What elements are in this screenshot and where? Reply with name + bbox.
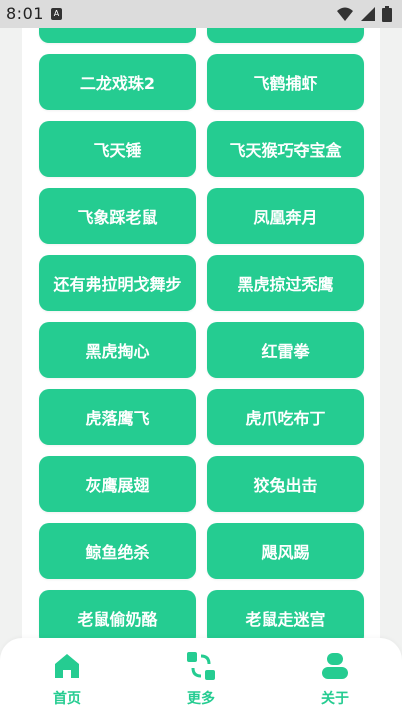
grid-button[interactable]: 飓风踢: [207, 523, 364, 579]
grid-button[interactable]: 还有弗拉明戈舞步: [39, 255, 196, 311]
nav-label: 关于: [321, 691, 349, 707]
signal-icon: [361, 7, 375, 21]
status-time: 8:01: [6, 4, 44, 23]
nav-item-home[interactable]: 首页: [17, 638, 117, 716]
bottom-nav: 首页 更多 关于: [0, 638, 402, 716]
grid-button[interactable]: 飞天猴巧夺宝盒: [207, 121, 364, 177]
user-icon: [322, 653, 348, 679]
grid-button[interactable]: 凤凰奔月: [207, 188, 364, 244]
grid-button[interactable]: 灰鹰展翅: [39, 456, 196, 512]
nav-item-about[interactable]: 关于: [285, 638, 385, 716]
grid-button[interactable]: 飞鹤捕虾: [207, 54, 364, 110]
app-notification-icon: A: [51, 8, 62, 20]
nav-label: 首页: [53, 691, 81, 707]
home-icon: [55, 654, 79, 678]
nav-item-more[interactable]: 更多: [151, 638, 251, 716]
grid-button[interactable]: 二龙戏珠2: [39, 54, 196, 110]
grid-button[interactable]: 狡兔出击: [207, 456, 364, 512]
nav-label: 更多: [187, 691, 215, 707]
battery-icon: [382, 6, 392, 22]
grid-button[interactable]: 黑虎掠过秃鹰: [207, 255, 364, 311]
wifi-icon: [337, 7, 353, 21]
grid-button[interactable]: 虎落鹰飞: [39, 389, 196, 445]
grid-button[interactable]: 飞天锤: [39, 121, 196, 177]
grid-button[interactable]: 飞象踩老鼠: [39, 188, 196, 244]
grid-button[interactable]: 黑虎掏心: [39, 322, 196, 378]
grid-button[interactable]: 鲸鱼绝杀: [39, 523, 196, 579]
grid-button[interactable]: 红雷拳: [207, 322, 364, 378]
grid-button[interactable]: 虎爪吃布丁: [207, 389, 364, 445]
status-bar: 8:01 A: [0, 0, 402, 28]
refresh-icon: [187, 652, 215, 680]
